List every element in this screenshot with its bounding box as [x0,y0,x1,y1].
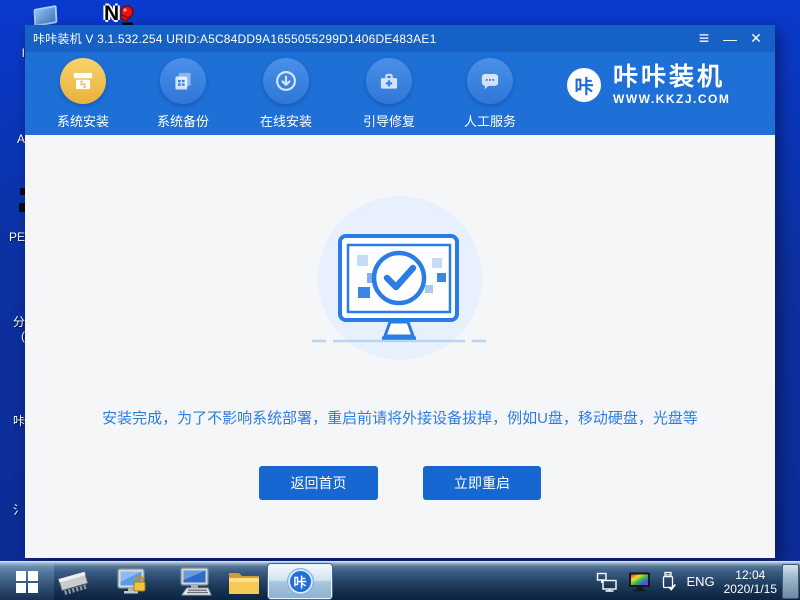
kaka-app-icon: 咔 [287,568,314,595]
backup-copy-icon [160,58,206,104]
window-controls: ≡ — ✕ [691,25,769,52]
desktop-icon-label-fragment: 氵 [0,501,25,518]
menu-button[interactable]: ≡ [691,25,717,52]
nav-label: 系统安装 [43,111,123,130]
desktop-icon-label-fragment: ( [0,329,25,343]
taskbar-app-kaka-active[interactable]: 咔 [268,564,332,599]
start-button[interactable] [8,562,46,600]
display-color-icon[interactable] [628,572,651,592]
taskbar-app-memory-chip[interactable] [52,562,96,600]
show-desktop-button[interactable] [782,564,799,599]
desktop-icon-label-fragment: 咔 [0,412,25,429]
n-letter: N [104,2,119,26]
desktop-icon-label-fragment: 分 [0,313,25,330]
nav-item-boot-repair[interactable]: 引导修复 [349,58,429,130]
completion-message: 安装完成，为了不影响系统部署，重启前请将外接设备拔掉，例如U盘，移动硬盘，光盘等 [25,407,775,428]
kaka-logo-icon: 咔 [567,68,601,102]
taskbar: 咔 [0,561,800,600]
content-area: 安装完成，为了不影响系统部署，重启前请将外接设备拔掉，例如U盘，移动硬盘，光盘等… [25,135,775,558]
minimize-button[interactable]: — [717,25,743,52]
desktop-icon-label-fragment: A [0,132,25,146]
nav-label: 引导修复 [349,111,429,130]
clock[interactable]: 12:04 2020/1/15 [724,568,777,596]
taskbar-app-keyboard-settings[interactable] [170,562,218,600]
clock-time: 12:04 [724,568,777,582]
nav-item-system-install[interactable]: 系统安装 [43,58,123,130]
chip-icon [55,567,93,597]
system-tray: ENG 12:04 2020/1/15 [596,562,777,600]
nav-label: 人工服务 [450,111,530,130]
online-download-icon [263,58,309,104]
nav-label: 在线安装 [246,111,326,130]
desktop-icon-label-fragment: PE [0,230,25,244]
close-button[interactable]: ✕ [743,25,769,52]
install-complete-illustration [295,190,505,365]
nav-item-human-service[interactable]: 人工服务 [450,58,530,130]
return-home-button[interactable]: 返回首页 [259,466,378,500]
taskbar-app-locked-pc[interactable] [110,562,156,600]
brand-logo: 咔 咔咔装机 WWW.KKZJ.COM [567,64,730,106]
nav-item-online-install[interactable]: 在线安装 [246,58,326,130]
usb-device-icon[interactable] [660,571,677,592]
taskbar-app-file-explorer[interactable] [222,562,266,600]
clock-date: 2020/1/15 [724,582,777,596]
window-titlebar[interactable]: 咔咔装机 V 3.1.532.254 URID:A5C84DD9A1655055… [25,25,775,52]
desktop-shortcut-display-icon[interactable] [34,5,58,27]
monitor-lock-icon [116,567,150,597]
restart-now-button[interactable]: 立即重启 [423,466,541,500]
install-box-icon [60,58,106,104]
red-key-icon [118,4,136,26]
navbar: 系统安装 系统备份 [25,52,775,135]
brand-name: 咔咔装机 [613,64,730,90]
boot-repair-toolbox-icon [366,58,412,104]
windows-logo-icon [16,571,38,593]
folder-icon [227,568,261,596]
keyboard-monitor-icon [175,567,213,597]
nav-item-system-backup[interactable]: 系统备份 [143,58,223,130]
brand-website: WWW.KKZJ.COM [613,92,730,106]
nav-label: 系统备份 [143,111,223,130]
window-title: 咔咔装机 V 3.1.532.254 URID:A5C84DD9A1655055… [25,30,436,47]
desktop-icon-label-fragment: I [0,46,25,60]
kaka-installer-window: 咔咔装机 V 3.1.532.254 URID:A5C84DD9A1655055… [25,25,775,558]
network-icon[interactable] [596,572,619,592]
language-indicator[interactable]: ENG [686,574,714,589]
chat-service-icon [467,58,513,104]
